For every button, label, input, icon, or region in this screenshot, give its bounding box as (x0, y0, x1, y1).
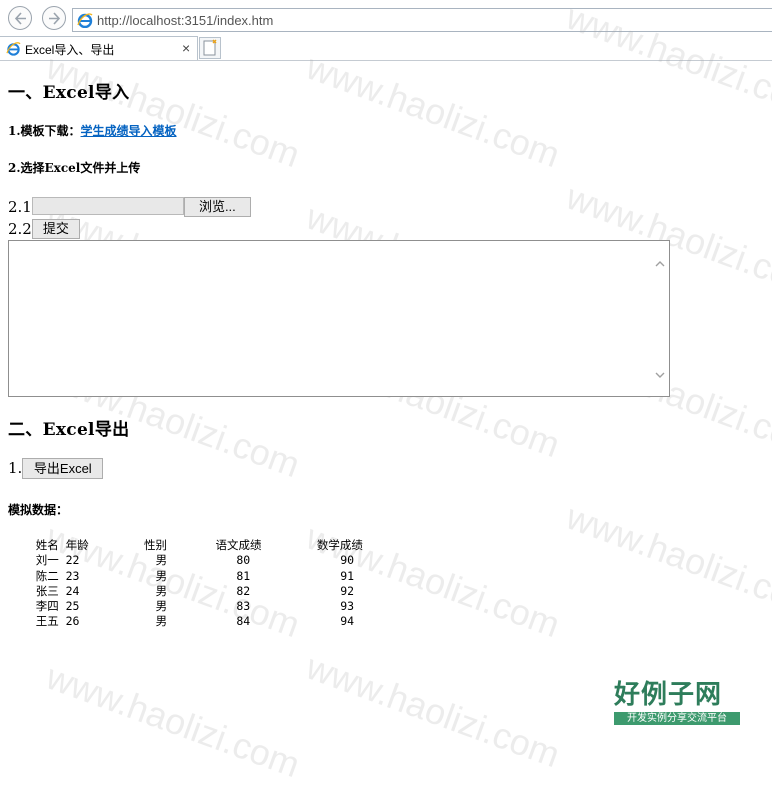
watermark-text: www.haolizi.com (41, 45, 306, 176)
new-tab-button[interactable] (199, 37, 221, 59)
submit-row: 2.2 提交 (8, 219, 80, 239)
browser-toolbar: http://localhost:3151/index.htm (0, 0, 772, 36)
scroll-down-icon[interactable] (655, 370, 665, 380)
export-excel-button[interactable]: 导出Excel (22, 458, 104, 479)
template-download-link[interactable]: 学生成绩导入模板 (81, 124, 177, 138)
tab-title: Excel导入、导出 (25, 43, 115, 57)
tab-bar: Excel导入、导出 × (0, 36, 772, 61)
back-button[interactable] (8, 6, 32, 30)
back-arrow-icon (14, 12, 26, 25)
browse-button[interactable]: 浏览... (183, 197, 251, 217)
export-heading: 二、Excel导出 (8, 420, 130, 440)
ie-tab-icon (6, 42, 21, 56)
forward-arrow-icon (49, 12, 61, 25)
template-download-label: 1.模板下载： (8, 124, 81, 138)
import-heading: 一、Excel导入 (8, 83, 130, 103)
result-textarea[interactable] (8, 240, 670, 397)
submit-button[interactable]: 提交 (31, 219, 80, 239)
site-logo: 好例子网 开发实例分享交流平台 (614, 680, 742, 725)
step-1-label: 1. (8, 459, 23, 477)
url-text: http://localhost:3151/index.htm (97, 13, 274, 28)
close-tab-icon[interactable]: × (182, 40, 190, 56)
step-2-1-label: 2.1 (8, 198, 32, 216)
forward-button[interactable] (42, 6, 66, 30)
template-download-row: 1.模板下载：学生成绩导入模板 (8, 122, 177, 139)
scroll-up-icon[interactable] (655, 259, 665, 269)
tab-excel-import-export[interactable]: Excel导入、导出 × (0, 36, 198, 60)
logo-subtitle: 开发实例分享交流平台 (614, 712, 740, 725)
watermark-text: www.haolizi.com (561, 495, 772, 626)
step-2-2-label: 2.2 (8, 220, 32, 238)
mock-data-label: 模拟数据： (8, 503, 69, 517)
file-upload-row: 2.1 浏览... (8, 197, 251, 217)
mock-data-table: 姓名 年龄 性别 语文成绩 数学成绩 刘一 22 男 80 90 陈二 23 男… (35, 538, 363, 629)
new-tab-icon (203, 39, 217, 56)
watermark-text: www.haolizi.com (41, 655, 306, 786)
logo-title: 好例子网 (614, 680, 723, 710)
file-path-input[interactable] (31, 197, 184, 215)
watermark-text: www.haolizi.com (301, 45, 566, 176)
watermark-text: www.haolizi.com (301, 645, 566, 776)
ie-logo-icon (77, 13, 93, 28)
address-bar[interactable]: http://localhost:3151/index.htm (72, 8, 772, 32)
export-row: 1. 导出Excel (8, 458, 104, 479)
choose-file-label: 2.选择Excel文件并上传 (8, 161, 141, 175)
